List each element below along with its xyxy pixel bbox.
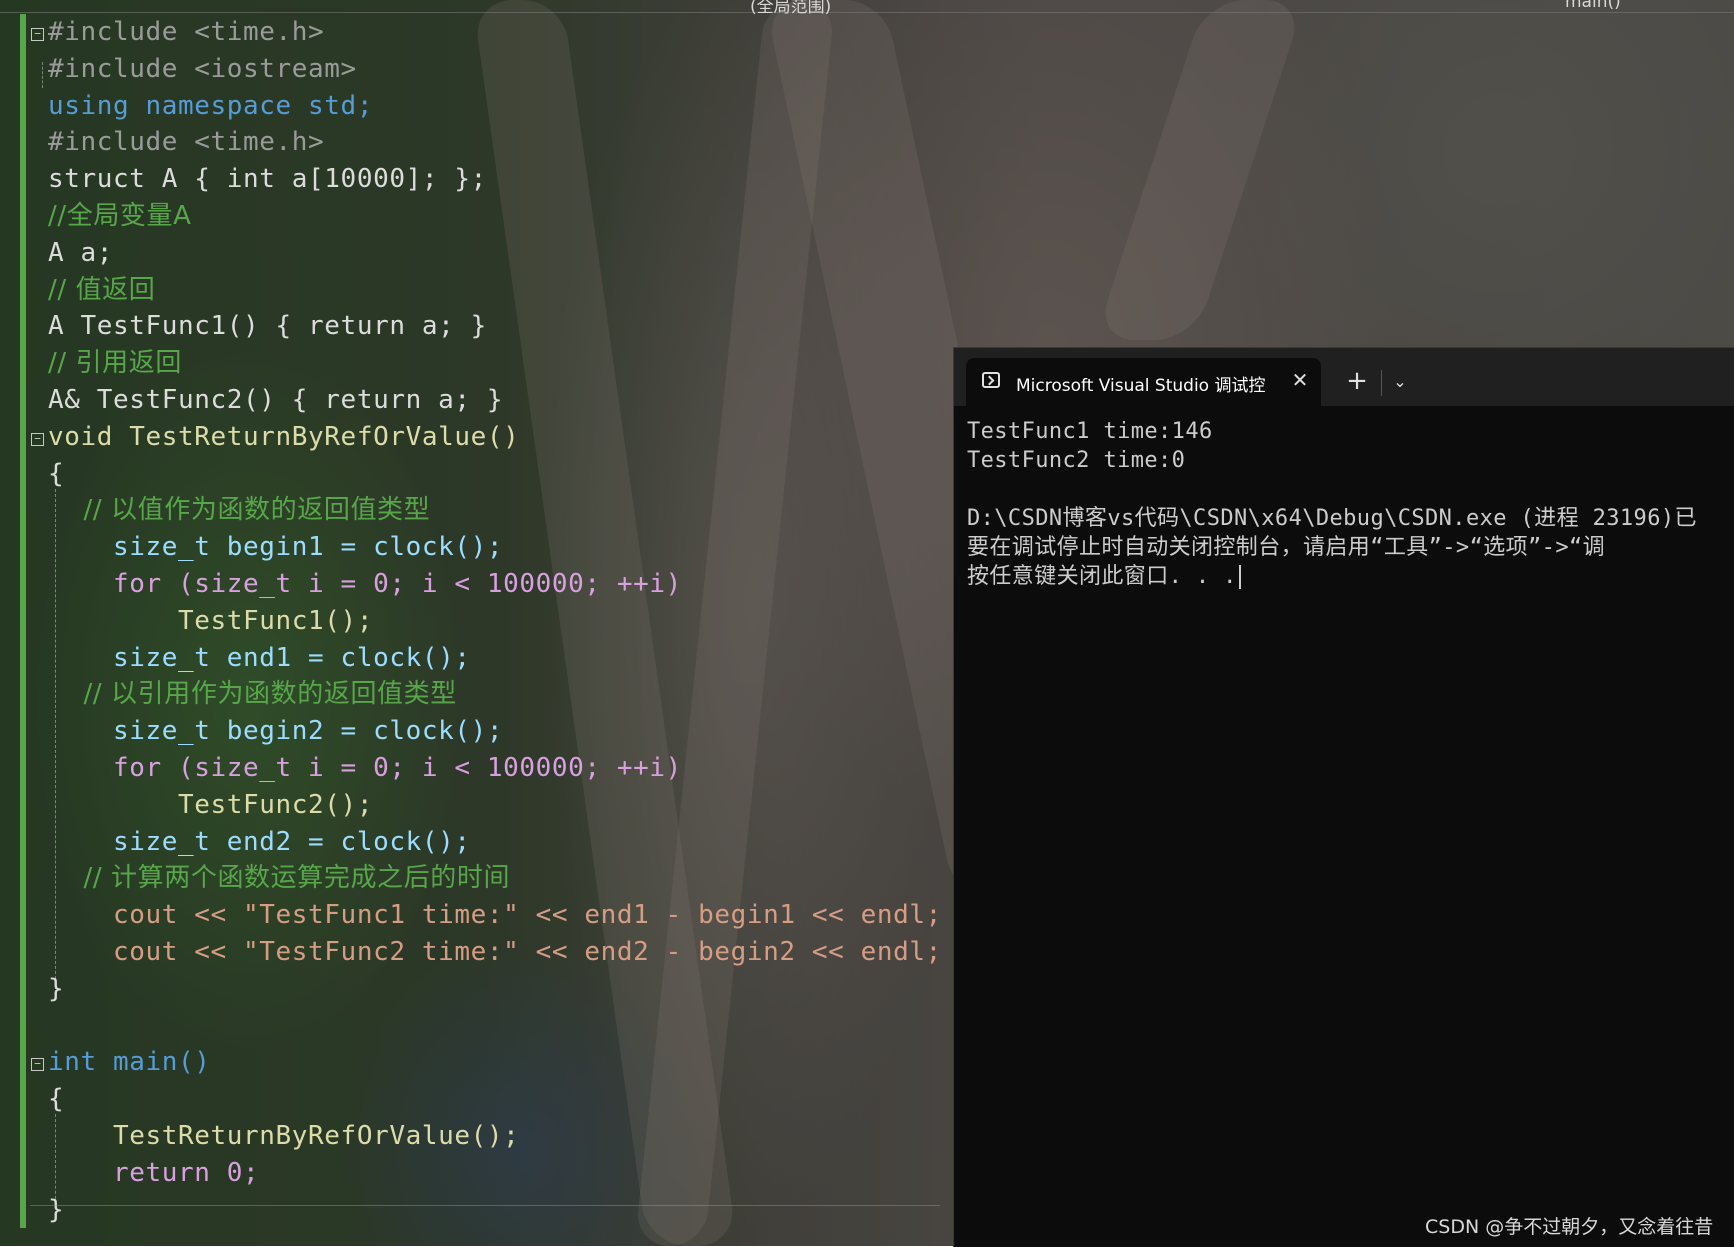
code-line: // 计算两个函数运算完成之后的时间 [48, 863, 511, 894]
code-line: { [48, 1084, 65, 1115]
chevron-down-icon[interactable]: ⌄ [1384, 366, 1416, 398]
code-line: A& TestFunc2() { return a; } [48, 385, 504, 415]
terminal-line: 要在调试停止时自动关闭控制台，请启用“工具”->“选项”->“调 [967, 535, 1606, 560]
code-line: #include <iostream> [48, 53, 357, 84]
code-line: void TestReturnByRefOrValue() [48, 421, 520, 452]
fold-collapse-icon[interactable]: − [31, 433, 44, 446]
console-icon [982, 372, 1000, 388]
code-line: TestReturnByRefOrValue(); [48, 1121, 520, 1151]
code-line: //全局变量A [48, 201, 192, 231]
terminal-titlebar[interactable]: Microsoft Visual Studio 调试控制台 ✕ + ⌄ [954, 348, 1734, 406]
current-line-highlight [30, 1205, 940, 1206]
code-line: A a; [48, 237, 114, 268]
code-line: TestFunc2(); [48, 789, 374, 820]
close-icon[interactable]: ✕ [1286, 366, 1314, 394]
terminal-tab-title: Microsoft Visual Studio 调试控制台 [1016, 376, 1266, 396]
code-line: // 引用返回 [48, 348, 182, 379]
code-line: size_t begin1 = clock(); [48, 532, 504, 563]
code-line: // 值返回 [48, 274, 156, 305]
fold-collapse-icon[interactable]: − [31, 28, 44, 41]
terminal-line: D:\CSDN博客vs代码\CSDN\x64\Debug\CSDN.exe (进… [967, 506, 1697, 531]
code-line: cout << "TestFunc1 time:" << end1 - begi… [48, 900, 942, 931]
code-line: struct A { int a[10000]; }; [48, 164, 487, 195]
debug-console-window[interactable]: Microsoft Visual Studio 调试控制台 ✕ + ⌄ Test… [953, 347, 1734, 1247]
watermark: CSDN @争不过朝夕，又念着往昔 [1425, 1216, 1714, 1238]
new-tab-button[interactable]: + [1341, 366, 1373, 398]
code-line: int main() [48, 1047, 211, 1078]
code-line: for (size_t i = 0; i < 100000; ++i) [48, 753, 682, 783]
code-line: // 以值作为函数的返回值类型 [48, 495, 431, 526]
navigation-bar: (全局范围) main() [0, 0, 1734, 17]
code-line: { [48, 458, 65, 489]
text-cursor [1238, 565, 1241, 589]
terminal-line: TestFunc1 time:146 [967, 419, 1213, 444]
code-line: using namespace std; [48, 90, 374, 121]
fold-collapse-icon[interactable]: − [31, 1058, 44, 1071]
terminal-tab[interactable]: Microsoft Visual Studio 调试控制台 ✕ [966, 358, 1321, 406]
code-line: #include <time.h> [48, 127, 325, 158]
code-line: for (size_t i = 0; i < 100000; ++i) [48, 569, 682, 599]
code-line: return 0; [48, 1157, 260, 1188]
code-line: #include <time.h> [48, 17, 325, 47]
code-line: size_t begin2 = clock(); [48, 716, 504, 747]
terminal-line: 按任意键关闭此窗口. . . [967, 563, 1241, 591]
function-dropdown[interactable]: main() [1565, 0, 1621, 12]
titlebar-divider [1381, 370, 1382, 396]
code-line: size_t end1 = clock(); [48, 642, 471, 673]
code-line: } [48, 973, 65, 1004]
code-line: // 以引用作为函数的返回值类型 [48, 679, 457, 710]
change-indicator-bar [20, 14, 26, 1228]
terminal-prompt-text: 按任意键关闭此窗口. . . [967, 564, 1237, 589]
include-guide-line [42, 62, 43, 88]
code-line: TestFunc1(); [48, 605, 374, 636]
code-line: cout << "TestFunc2 time:" << end2 - begi… [48, 937, 942, 967]
code-line: size_t end2 = clock(); [48, 826, 471, 857]
scope-dropdown[interactable]: (全局范围) [750, 0, 831, 17]
code-line: } [48, 1194, 65, 1225]
code-line: A TestFunc1() { return a; } [48, 311, 487, 342]
terminal-line: TestFunc2 time:0 [967, 448, 1186, 473]
